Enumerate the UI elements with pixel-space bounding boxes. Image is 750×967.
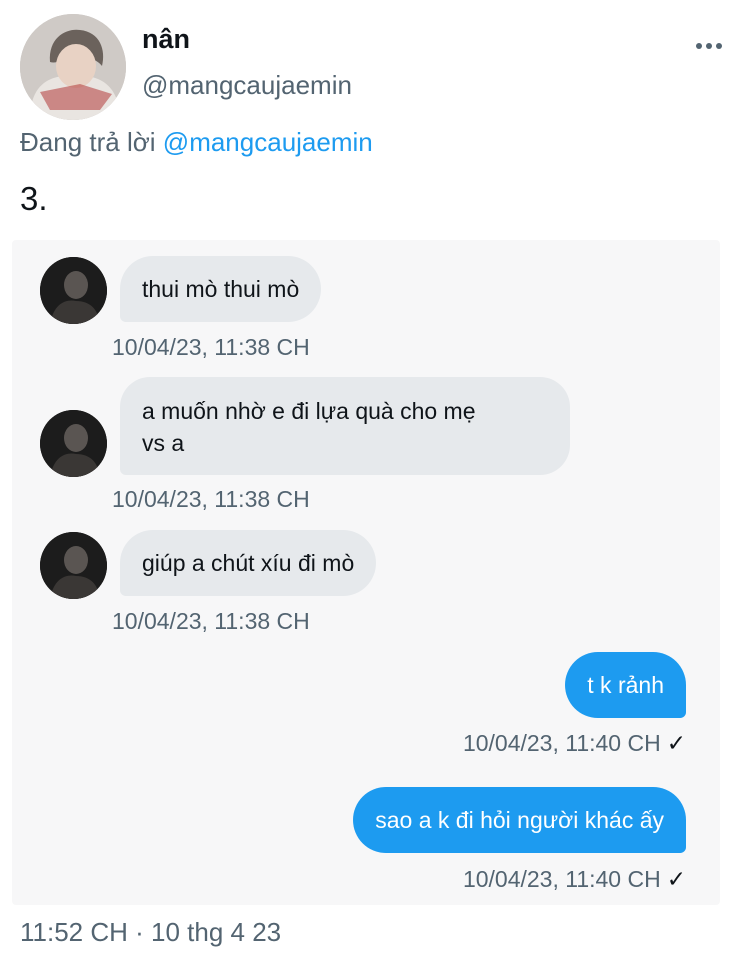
outgoing-message-bubble: sao a k đi hỏi người khác ấy xyxy=(353,787,686,853)
reply-mention-link[interactable]: @mangcaujaemin xyxy=(163,127,373,157)
sender-avatar xyxy=(40,410,107,477)
message-text: giúp a chút xíu đi mò xyxy=(142,549,355,576)
author-avatar[interactable] xyxy=(20,14,126,120)
message-timestamp: 10/04/23, 11:40 CH ✓ xyxy=(463,730,686,757)
tweet-timestamp[interactable]: 11:52 CH · 10 thg 4 23 xyxy=(20,917,281,948)
reply-prefix: Đang trả lời xyxy=(20,127,156,157)
message-text-line: a muốn nhờ e đi lựa quà cho mẹ xyxy=(142,398,476,424)
check-icon: ✓ xyxy=(666,730,686,756)
outgoing-message-bubble: t k rảnh xyxy=(565,652,686,718)
message-timestamp: 10/04/23, 11:38 CH xyxy=(112,334,310,360)
message-time: 10/04/23, 11:40 CH xyxy=(462,730,661,756)
incoming-message-bubble: a muốn nhờ e đi lựa quà cho mẹ vs a xyxy=(120,377,570,475)
author-handle[interactable]: @mangcaujaemin xyxy=(142,70,352,101)
message-text: thui mò thui mò xyxy=(142,275,300,302)
replying-to: Đang trả lời @mangcaujaemin xyxy=(20,127,373,158)
message-time: 10/04/23, 11:40 CH xyxy=(462,866,661,892)
sender-avatar xyxy=(40,532,107,599)
author-name[interactable]: nân xyxy=(142,24,190,55)
message-timestamp: 10/04/23, 11:38 CH xyxy=(112,486,310,512)
incoming-message-bubble: thui mò thui mò xyxy=(120,256,322,322)
message-timestamp: 10/04/23, 11:38 CH xyxy=(112,608,310,634)
message-text: t k rảnh xyxy=(587,671,664,698)
check-icon: ✓ xyxy=(666,866,686,892)
message-text-line: vs a xyxy=(142,430,185,456)
tweet-text: 3. xyxy=(20,180,48,217)
message-timestamp: 10/04/23, 11:40 CH ✓ xyxy=(463,866,686,893)
message-text: sao a k đi hỏi người khác ấy xyxy=(375,806,664,833)
sender-avatar xyxy=(40,257,107,324)
more-horizontal-icon[interactable] xyxy=(694,34,724,58)
incoming-message-bubble: giúp a chút xíu đi mò xyxy=(120,530,377,596)
